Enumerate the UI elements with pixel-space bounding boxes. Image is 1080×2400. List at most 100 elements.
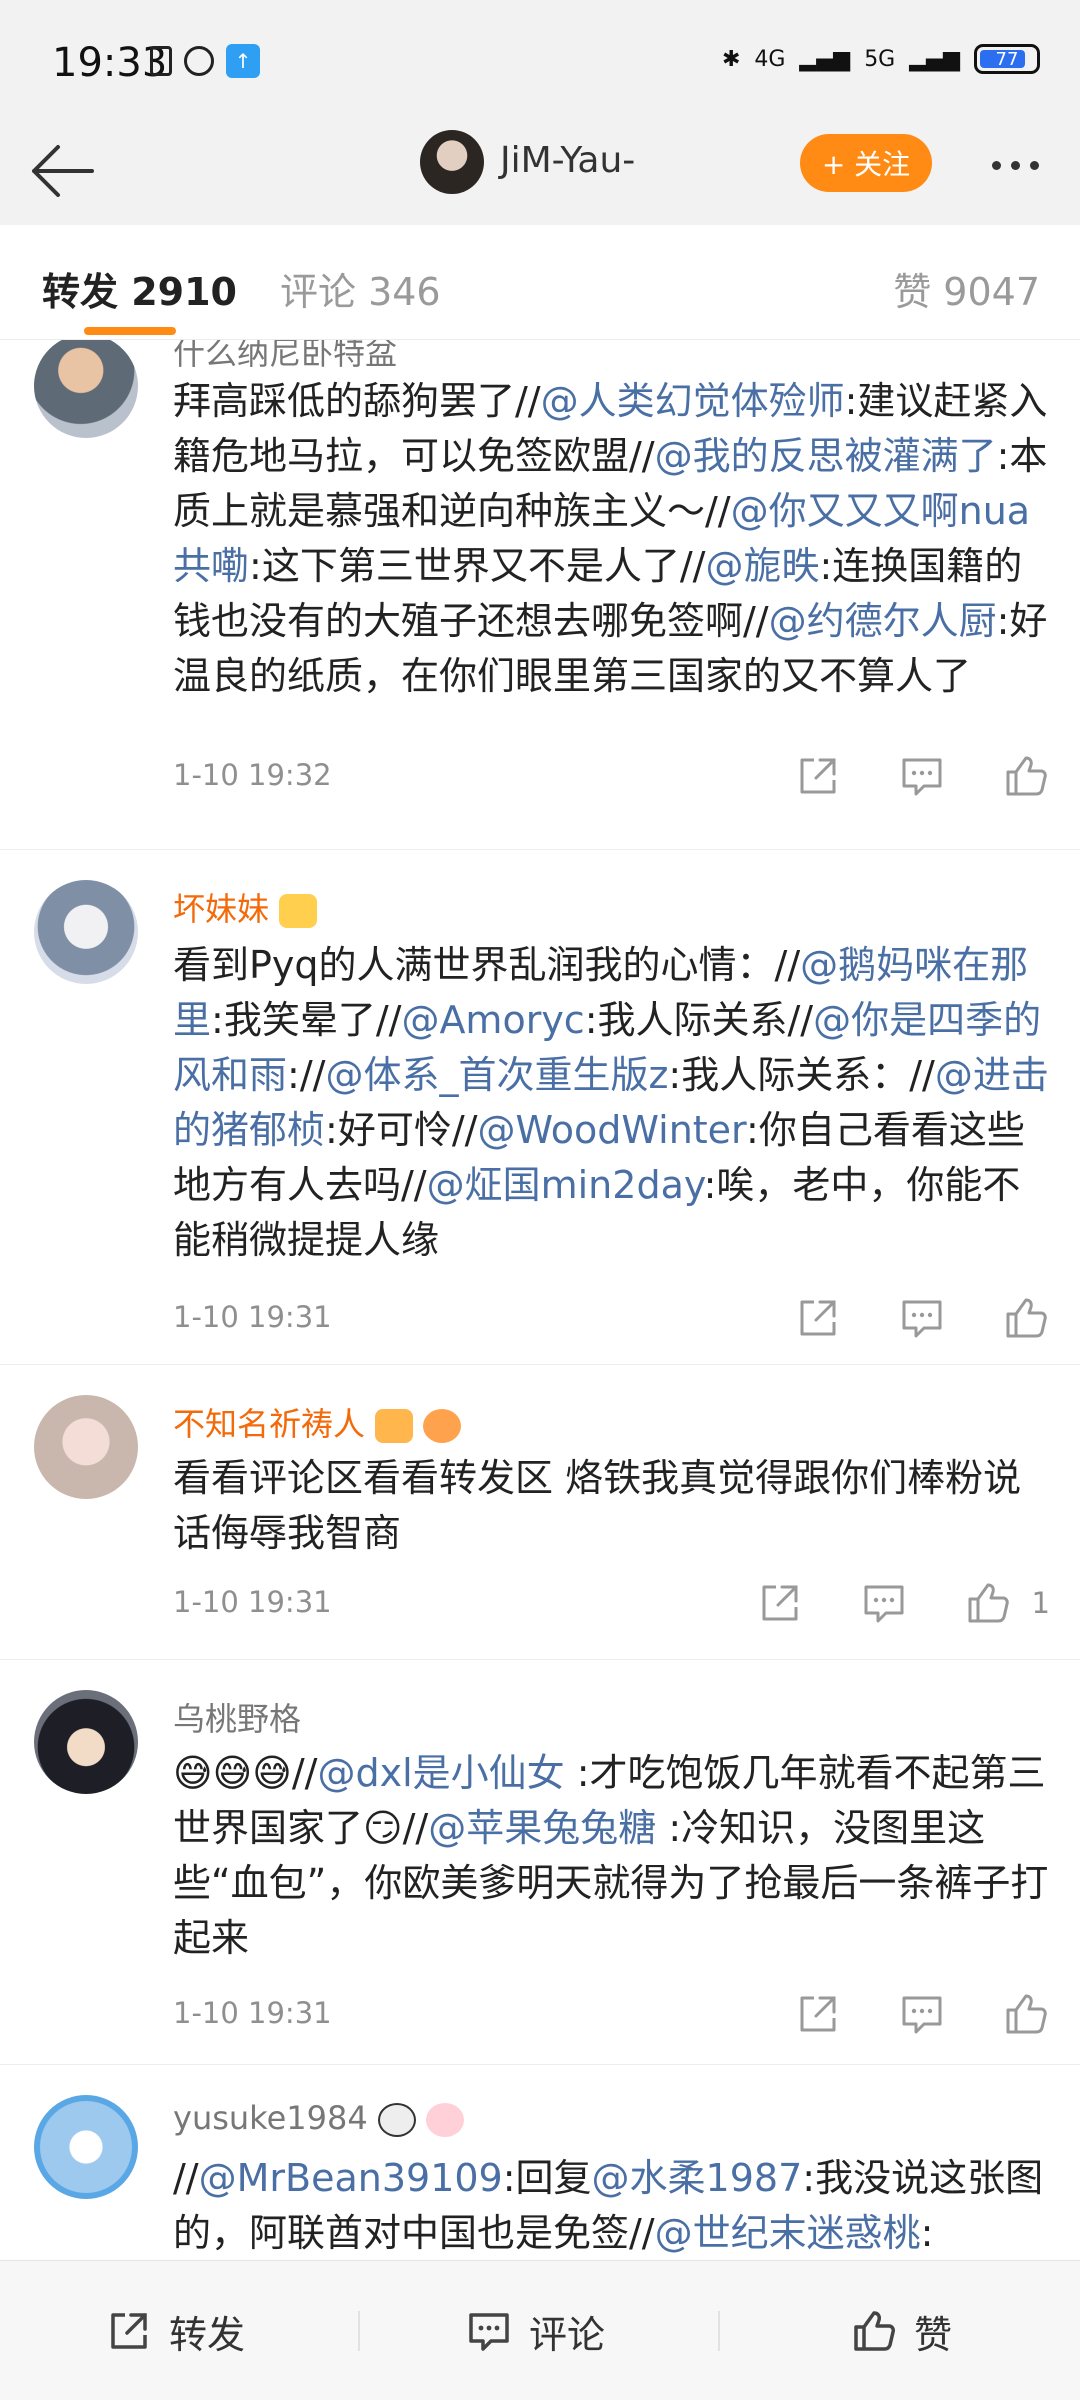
share-icon <box>111 2313 147 2349</box>
bottom-like-button[interactable]: 赞 <box>850 2261 952 2400</box>
item-share-button[interactable] <box>794 1990 842 2038</box>
avatar[interactable] <box>34 1690 138 1794</box>
post-text-run: :// <box>287 1053 326 1097</box>
follow-button[interactable]: + 关注 <box>800 134 932 192</box>
bottom-repost-button[interactable]: 转发 <box>105 2261 245 2400</box>
item-text: 看到Pyq的人满世界乱润我的心情：//@鹅妈咪在那里:我笑晕了//@Amoryc… <box>173 938 1053 1268</box>
item-share-button[interactable] <box>794 752 842 800</box>
mention-link[interactable]: @世纪末迷惑桃 <box>655 2211 921 2255</box>
item-share-button[interactable] <box>794 1294 842 1342</box>
share-icon <box>800 758 836 794</box>
tab-repost[interactable]: 转发 2910 <box>42 261 237 316</box>
post-text-run: // <box>173 2156 199 2200</box>
avatar[interactable] <box>34 2095 138 2199</box>
mention-link[interactable]: @WoodWinter <box>477 1108 746 1152</box>
status-bar: 19:33 ↑ ✱ 4G ▂▄▆ 5G ▂▄▆ 77 <box>0 0 1080 120</box>
status-icons-right: ✱ 4G ▂▄▆ 5G ▂▄▆ 77 <box>722 44 1040 74</box>
post-text-run: :我笑晕了// <box>211 998 402 1042</box>
header: JiM-Yau- + 关注 <box>0 120 1080 225</box>
like-icon <box>854 2311 895 2351</box>
item-username[interactable]: 坏妹妹 <box>173 884 318 930</box>
mention-link[interactable]: @人类幻觉体殓师 <box>541 379 845 423</box>
mention-link[interactable]: @炡国min2day <box>427 1163 704 1207</box>
avatar[interactable] <box>34 880 138 984</box>
item-username[interactable]: 什么纳尼卧特盆 <box>173 340 397 374</box>
mention-link[interactable]: @dxl是小仙女 <box>317 1751 564 1795</box>
mention-link[interactable]: @水柔1987 <box>592 2156 803 2200</box>
tab-like[interactable]: 赞 9047 <box>893 261 1040 316</box>
bluetooth-icon: ✱ <box>721 46 741 72</box>
share-icon <box>762 1585 798 1621</box>
item-comment-button[interactable] <box>898 1990 946 2038</box>
post-text-run: :好可怜// <box>325 1108 478 1152</box>
avatar[interactable] <box>34 1395 138 1499</box>
comment-icon <box>902 758 942 796</box>
divider <box>358 2311 360 2351</box>
item-username-text[interactable]: yusuke1984 <box>173 2099 368 2137</box>
item-text: 拜高踩低的舔狗罢了//@人类幻觉体殓师:建议赶紧入籍危地马拉，可以免签欧盟//@… <box>173 374 1053 704</box>
mention-link[interactable]: @旎昳 <box>705 544 819 588</box>
item-username[interactable]: yusuke1984 <box>173 2099 464 2137</box>
comment-icon <box>902 1300 942 1338</box>
mention-link[interactable]: @体系_首次重生版z <box>325 1053 668 1097</box>
bottom-action-bar: 转发 评论 赞 <box>0 2260 1080 2400</box>
item-actions <box>794 1990 1050 2038</box>
tab-comment[interactable]: 评论 346 <box>280 261 441 316</box>
item-username-text[interactable]: 不知名祈祷人 <box>173 1405 365 1443</box>
like-icon <box>1006 1994 1047 2034</box>
comment-icon <box>469 2313 509 2351</box>
item-time: 1-10 19:31 <box>173 1585 332 1619</box>
item-actions: 1 <box>756 1579 1050 1627</box>
post-text-run: 看到Pyq的人满世界乱润我的心情：// <box>173 943 801 987</box>
crown-badge-icon <box>279 894 318 928</box>
mention-link[interactable]: @苹果兔兔糖 <box>428 1806 656 1850</box>
item-username[interactable]: 乌桃野格 <box>173 1694 301 1740</box>
mention-link[interactable]: @Amoryc <box>401 998 584 1042</box>
item-like-button[interactable] <box>964 1579 1012 1627</box>
signal-right-icon: ▂▄▆ <box>909 46 960 72</box>
mention-link[interactable]: @约德尔人厨 <box>769 599 997 643</box>
post-text-run: :我人际关系：// <box>668 1053 935 1097</box>
item-comment-button[interactable] <box>860 1579 908 1627</box>
list-item: 什么纳尼卧特盆 拜高踩低的舔狗罢了//@人类幻觉体殓师:建议赶紧入籍危地马拉，可… <box>0 340 1080 850</box>
item-actions <box>794 1294 1050 1342</box>
item-text: //@MrBean39109:回复@水柔1987:我没说这张图的，阿联酋对中国也… <box>173 2151 1053 2260</box>
item-like-button[interactable] <box>1002 752 1050 800</box>
back-arrow-icon[interactable] <box>22 136 102 206</box>
post-text-run: 看看评论区看看转发区 烙铁我真觉得跟你们棒粉说话侮辱我智商 <box>173 1456 1022 1555</box>
bottom-comment-button[interactable]: 评论 <box>465 2261 605 2400</box>
item-like-button[interactable] <box>1002 1990 1050 2038</box>
vibrate-icon <box>150 46 172 76</box>
more-icon[interactable] <box>980 140 1050 190</box>
list-item: 不知名祈祷人 看看评论区看看转发区 烙铁我真觉得跟你们棒粉说话侮辱我智商 1-1… <box>0 1365 1080 1660</box>
repost-list: 什么纳尼卧特盆 拜高踩低的舔狗罢了//@人类幻觉体殓师:建议赶紧入籍危地马拉，可… <box>0 340 1080 2260</box>
post-text-run: 拜高踩低的舔狗罢了// <box>173 379 541 423</box>
mention-link[interactable]: @MrBean39109 <box>199 2156 503 2200</box>
item-username[interactable]: 不知名祈祷人 <box>173 1399 462 1445</box>
share-icon <box>800 1996 836 2032</box>
mention-link[interactable]: @我的反思被灌满了 <box>655 434 997 478</box>
item-username-text[interactable]: 坏妹妹 <box>173 890 269 928</box>
header-username[interactable]: JiM-Yau- <box>500 140 635 181</box>
post-text-run: :我人际关系// <box>584 998 814 1042</box>
like-icon <box>1006 1298 1047 1338</box>
item-text: 😅😅😅//@dxl是小仙女 :才吃饱饭几年就看不起第三世界国家了😏//@苹果兔兔… <box>173 1746 1053 1966</box>
list-item: 坏妹妹 看到Pyq的人满世界乱润我的心情：//@鹅妈咪在那里:我笑晕了//@Am… <box>0 850 1080 1365</box>
battery-level: 77 <box>995 48 1019 70</box>
item-text: 看看评论区看看转发区 烙铁我真觉得跟你们棒粉说话侮辱我智商 <box>173 1451 1053 1561</box>
active-tab-indicator <box>84 327 176 335</box>
bottom-comment-label: 评论 <box>529 2312 606 2357</box>
comment-icon <box>902 1996 942 2034</box>
item-like-button[interactable] <box>1002 1294 1050 1342</box>
app-notification-icon: ↑ <box>226 44 260 78</box>
item-comment-button[interactable] <box>898 1294 946 1342</box>
item-comment-button[interactable] <box>898 752 946 800</box>
bottom-repost-label: 转发 <box>169 2312 246 2357</box>
post-text-run: : <box>920 2211 934 2255</box>
header-avatar[interactable] <box>420 130 484 194</box>
avatar[interactable] <box>34 340 138 438</box>
list-item: yusuke1984 //@MrBean39109:回复@水柔1987:我没说这… <box>0 2065 1080 2260</box>
item-share-button[interactable] <box>756 1579 804 1627</box>
crown-badge-icon <box>375 1409 414 1443</box>
list-item: 乌桃野格 😅😅😅//@dxl是小仙女 :才吃饱饭几年就看不起第三世界国家了😏//… <box>0 1660 1080 2065</box>
